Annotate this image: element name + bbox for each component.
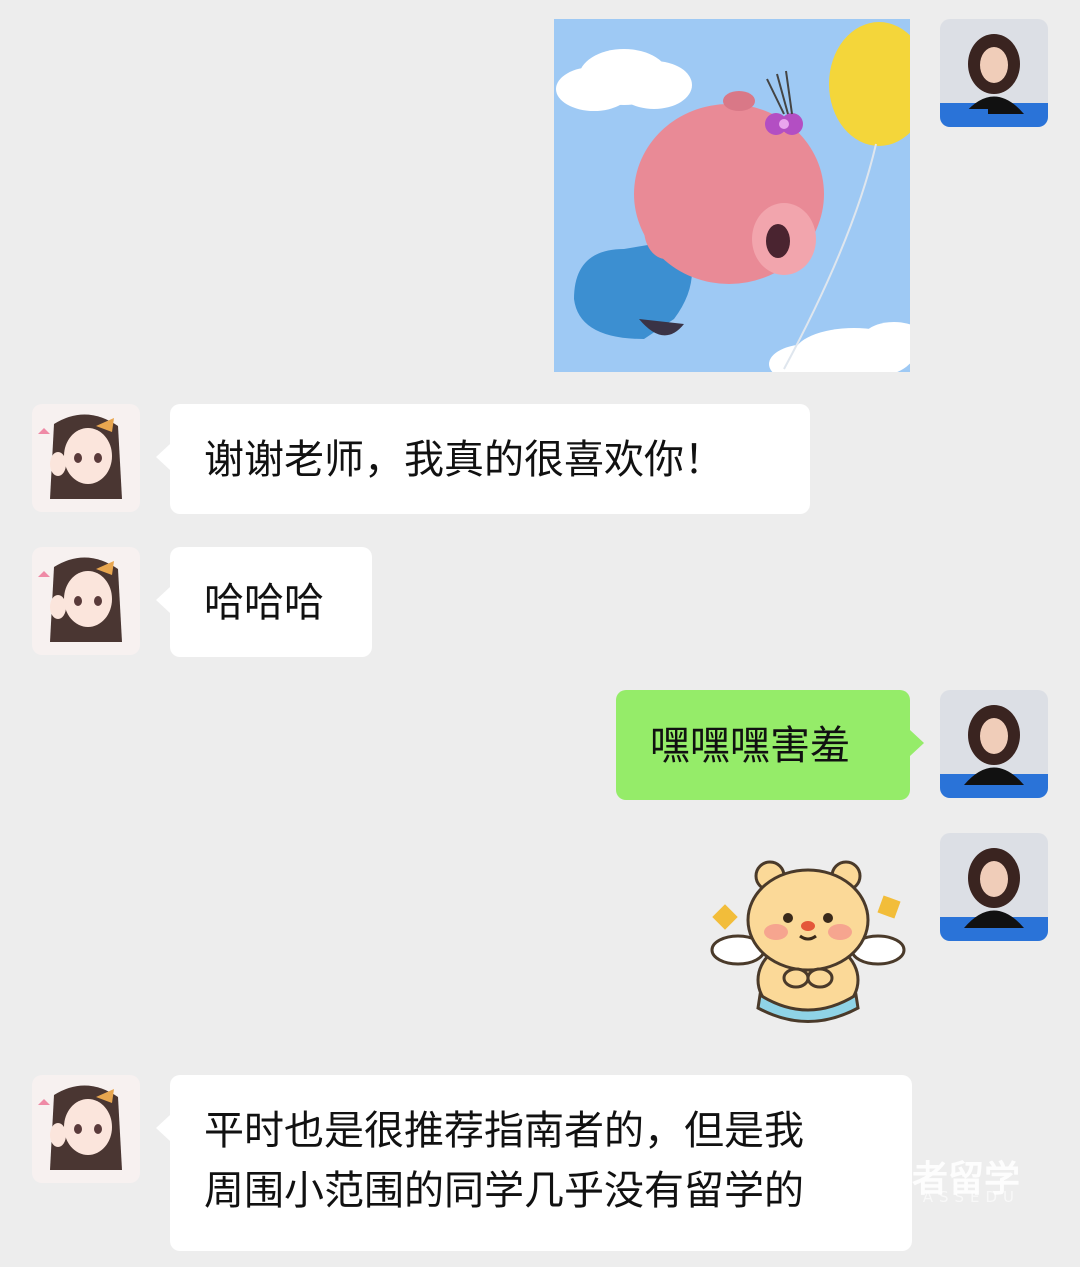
teacher-avatar[interactable] — [940, 19, 1048, 127]
teacher-avatar[interactable] — [940, 833, 1048, 941]
message-bubble[interactable]: 平时也是很推荐指南者的，但是我 周围小范围的同学几乎没有留学的 — [156, 1075, 912, 1251]
bear-sticker[interactable] — [708, 850, 908, 1030]
student-avatar[interactable] — [32, 404, 140, 512]
message-bubble[interactable]: 哈哈哈 — [156, 547, 372, 657]
watermark-sub: ASSEDU — [922, 1188, 1020, 1206]
message-text: 哈哈哈 — [204, 580, 324, 626]
teacher-avatar[interactable] — [940, 690, 1048, 798]
student-avatar[interactable] — [32, 1075, 140, 1183]
message-text-line-1: 平时也是很推荐指南者的，但是我 — [204, 1108, 804, 1154]
message-text-line-2: 周围小范围的同学几乎没有留学的 — [204, 1168, 804, 1214]
message-text: 嘿嘿嘿害羞 — [650, 723, 850, 769]
message-text: 谢谢老师，我真的很喜欢你！ — [204, 437, 724, 483]
message-bubble[interactable]: 谢谢老师，我真的很喜欢你！ — [156, 404, 810, 514]
message-bubble[interactable]: 嘿嘿嘿害羞 — [616, 690, 924, 800]
student-avatar[interactable] — [32, 547, 140, 655]
beaver-sticker[interactable] — [554, 19, 910, 372]
